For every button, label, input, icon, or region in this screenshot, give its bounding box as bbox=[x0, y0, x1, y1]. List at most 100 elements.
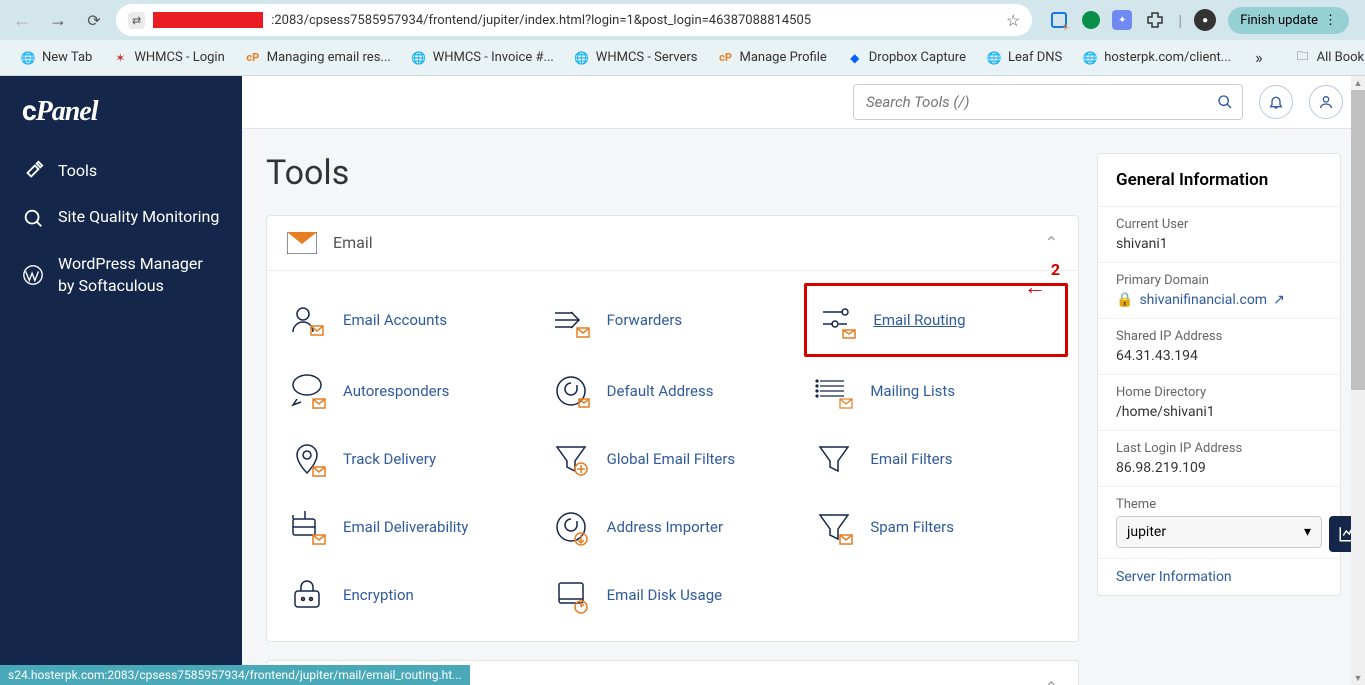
panel-email: Email ⌃ Email Accounts Forwarders Email … bbox=[266, 215, 1079, 642]
bookmark-item[interactable]: 🌐WHMCS - Invoice #... bbox=[403, 46, 562, 70]
tool-track-delivery[interactable]: Track Delivery bbox=[277, 425, 541, 493]
tool-email-accounts[interactable]: Email Accounts bbox=[277, 283, 541, 357]
panel-header-email[interactable]: Email ⌃ bbox=[267, 216, 1078, 271]
tool-email-deliverability[interactable]: Email Deliverability bbox=[277, 493, 541, 561]
reload-button[interactable]: ⟳ bbox=[80, 6, 108, 34]
wordpress-icon bbox=[22, 264, 44, 286]
profile-avatar[interactable]: ● bbox=[1194, 9, 1216, 31]
primary-domain-link[interactable]: 🔒shivanifinancial.com↗ bbox=[1116, 292, 1322, 308]
global-filters-icon bbox=[551, 439, 591, 479]
info-panel: General Information Current User shivani… bbox=[1097, 153, 1341, 596]
finish-update-button[interactable]: Finish update ⋮ bbox=[1228, 7, 1349, 34]
scrollbar[interactable]: ▲ ▼ bbox=[1351, 76, 1365, 685]
info-last-login: Last Login IP Address 86.98.219.109 bbox=[1098, 431, 1340, 487]
scroll-down-icon[interactable]: ▼ bbox=[1351, 671, 1365, 685]
mailing-lists-icon bbox=[814, 371, 854, 411]
tool-email-disk-usage[interactable]: Email Disk Usage bbox=[541, 561, 805, 629]
left-column: Tools Email ⌃ Email Accounts Forwarders … bbox=[266, 153, 1079, 661]
autoresponders-icon bbox=[287, 371, 327, 411]
info-theme: Theme jupiter▾ bbox=[1098, 487, 1340, 559]
info-primary-domain: Primary Domain 🔒shivanifinancial.com↗ bbox=[1098, 263, 1340, 319]
sidebar-label: Tools bbox=[58, 160, 97, 182]
email-accounts-icon bbox=[287, 300, 327, 340]
user-button[interactable] bbox=[1309, 85, 1343, 119]
theme-select[interactable]: jupiter▾ bbox=[1116, 516, 1322, 548]
lock-icon: 🔒 bbox=[1116, 292, 1133, 308]
search-icon[interactable] bbox=[1217, 94, 1233, 110]
search-wrap bbox=[853, 84, 1243, 120]
toolbar-icons: 9+ ✦ | ● Finish update ⋮ bbox=[1040, 7, 1357, 34]
bookmark-item[interactable]: 🌐New Tab bbox=[12, 46, 100, 70]
notifications-button[interactable] bbox=[1259, 85, 1293, 119]
forward-button[interactable]: → bbox=[44, 6, 72, 34]
info-title: General Information bbox=[1098, 154, 1340, 207]
spam-filters-icon bbox=[814, 507, 854, 547]
bookmark-item[interactable]: 🌐Leaf DNS bbox=[978, 46, 1070, 70]
chevron-down-icon: ▾ bbox=[1304, 524, 1311, 540]
extensions-icon[interactable] bbox=[1144, 9, 1166, 31]
annotation-arrow: ← bbox=[1024, 274, 1046, 300]
track-delivery-icon bbox=[287, 439, 327, 479]
search-input[interactable] bbox=[853, 84, 1243, 120]
bookmarks-bar: 🌐New Tab ✶WHMCS - Login cPManaging email… bbox=[0, 40, 1365, 76]
info-server-info[interactable]: Server Information bbox=[1098, 559, 1340, 595]
tool-default-address[interactable]: Default Address bbox=[541, 357, 805, 425]
all-bookmarks[interactable]: 🗀All Bookmarks bbox=[1287, 46, 1365, 70]
tool-spam-filters[interactable]: Spam Filters bbox=[804, 493, 1068, 561]
tool-encryption[interactable]: Encryption bbox=[277, 561, 541, 629]
info-shared-ip: Shared IP Address 64.31.43.194 bbox=[1098, 319, 1340, 375]
app-body: cPanel Tools Site Quality Monitoring Wor… bbox=[0, 76, 1365, 685]
tool-global-email-filters[interactable]: Global Email Filters bbox=[541, 425, 805, 493]
tool-mailing-lists[interactable]: Mailing Lists bbox=[804, 357, 1068, 425]
address-importer-icon bbox=[551, 507, 591, 547]
svg-text:9+: 9+ bbox=[1063, 23, 1069, 30]
bookmark-star-icon[interactable]: ☆ bbox=[1006, 11, 1020, 30]
email-routing-icon bbox=[817, 300, 857, 340]
disk-usage-icon bbox=[551, 575, 591, 615]
sidebar-item-tools[interactable]: Tools bbox=[0, 148, 242, 194]
default-address-icon bbox=[551, 371, 591, 411]
extension-icon-3[interactable]: ✦ bbox=[1112, 10, 1132, 30]
bookmark-item[interactable]: 🌐hosterpk.com/client... bbox=[1074, 46, 1239, 70]
sidebar: cPanel Tools Site Quality Monitoring Wor… bbox=[0, 76, 242, 685]
panel-title: Email bbox=[333, 233, 373, 252]
topbar bbox=[242, 76, 1365, 129]
red-arrow-icon: ← bbox=[1024, 274, 1046, 300]
tool-address-importer[interactable]: Address Importer bbox=[541, 493, 805, 561]
right-column: General Information Current User shivani… bbox=[1097, 153, 1341, 661]
email-panel-icon bbox=[287, 232, 317, 254]
url-text: :2083/cpsess7585957934/frontend/jupiter/… bbox=[271, 13, 811, 28]
main-area: Tools Email ⌃ Email Accounts Forwarders … bbox=[242, 76, 1365, 685]
encryption-icon bbox=[287, 575, 327, 615]
scrollbar-thumb[interactable] bbox=[1351, 90, 1365, 390]
collapse-icon[interactable]: ⌃ bbox=[1045, 678, 1058, 685]
extension-icon-1[interactable]: 9+ bbox=[1048, 9, 1070, 31]
collapse-icon[interactable]: ⌃ bbox=[1045, 233, 1058, 252]
forwarders-icon bbox=[551, 300, 591, 340]
sidebar-label: Site Quality Monitoring bbox=[58, 206, 219, 228]
bookmark-item[interactable]: ✶WHMCS - Login bbox=[104, 46, 232, 70]
back-button[interactable]: ← bbox=[8, 6, 36, 34]
sidebar-item-wordpress[interactable]: WordPress Manager by Softaculous bbox=[0, 241, 242, 310]
bookmark-item[interactable]: ◆Dropbox Capture bbox=[839, 46, 974, 70]
info-home-dir: Home Directory /home/shivani1 bbox=[1098, 375, 1340, 431]
content: Tools Email ⌃ Email Accounts Forwarders … bbox=[242, 129, 1365, 685]
bookmark-item[interactable]: 🌐WHMCS - Servers bbox=[566, 46, 706, 70]
external-link-icon: ↗ bbox=[1273, 292, 1285, 308]
cpanel-logo[interactable]: cPanel bbox=[0, 94, 242, 148]
scroll-up-icon[interactable]: ▲ bbox=[1351, 76, 1365, 90]
tool-forwarders[interactable]: Forwarders bbox=[541, 283, 805, 357]
extension-icon-2[interactable] bbox=[1082, 11, 1100, 29]
bookmark-item[interactable]: cPManaging email res... bbox=[237, 46, 399, 70]
bookmarks-overflow[interactable]: » bbox=[1247, 48, 1271, 67]
tool-email-filters[interactable]: Email Filters bbox=[804, 425, 1068, 493]
tool-autoresponders[interactable]: Autoresponders bbox=[277, 357, 541, 425]
site-info-icon[interactable]: ⇄ bbox=[128, 12, 145, 29]
bookmark-item[interactable]: cPManage Profile bbox=[710, 46, 835, 70]
tools-icon bbox=[22, 160, 44, 182]
sidebar-item-monitoring[interactable]: Site Quality Monitoring bbox=[0, 194, 242, 240]
address-bar[interactable]: ⇄ x :2083/cpsess7585957934/frontend/jupi… bbox=[116, 4, 1032, 36]
redacted-host: x bbox=[153, 12, 263, 28]
monitor-icon bbox=[22, 207, 44, 229]
sidebar-label: WordPress Manager by Softaculous bbox=[58, 253, 220, 298]
